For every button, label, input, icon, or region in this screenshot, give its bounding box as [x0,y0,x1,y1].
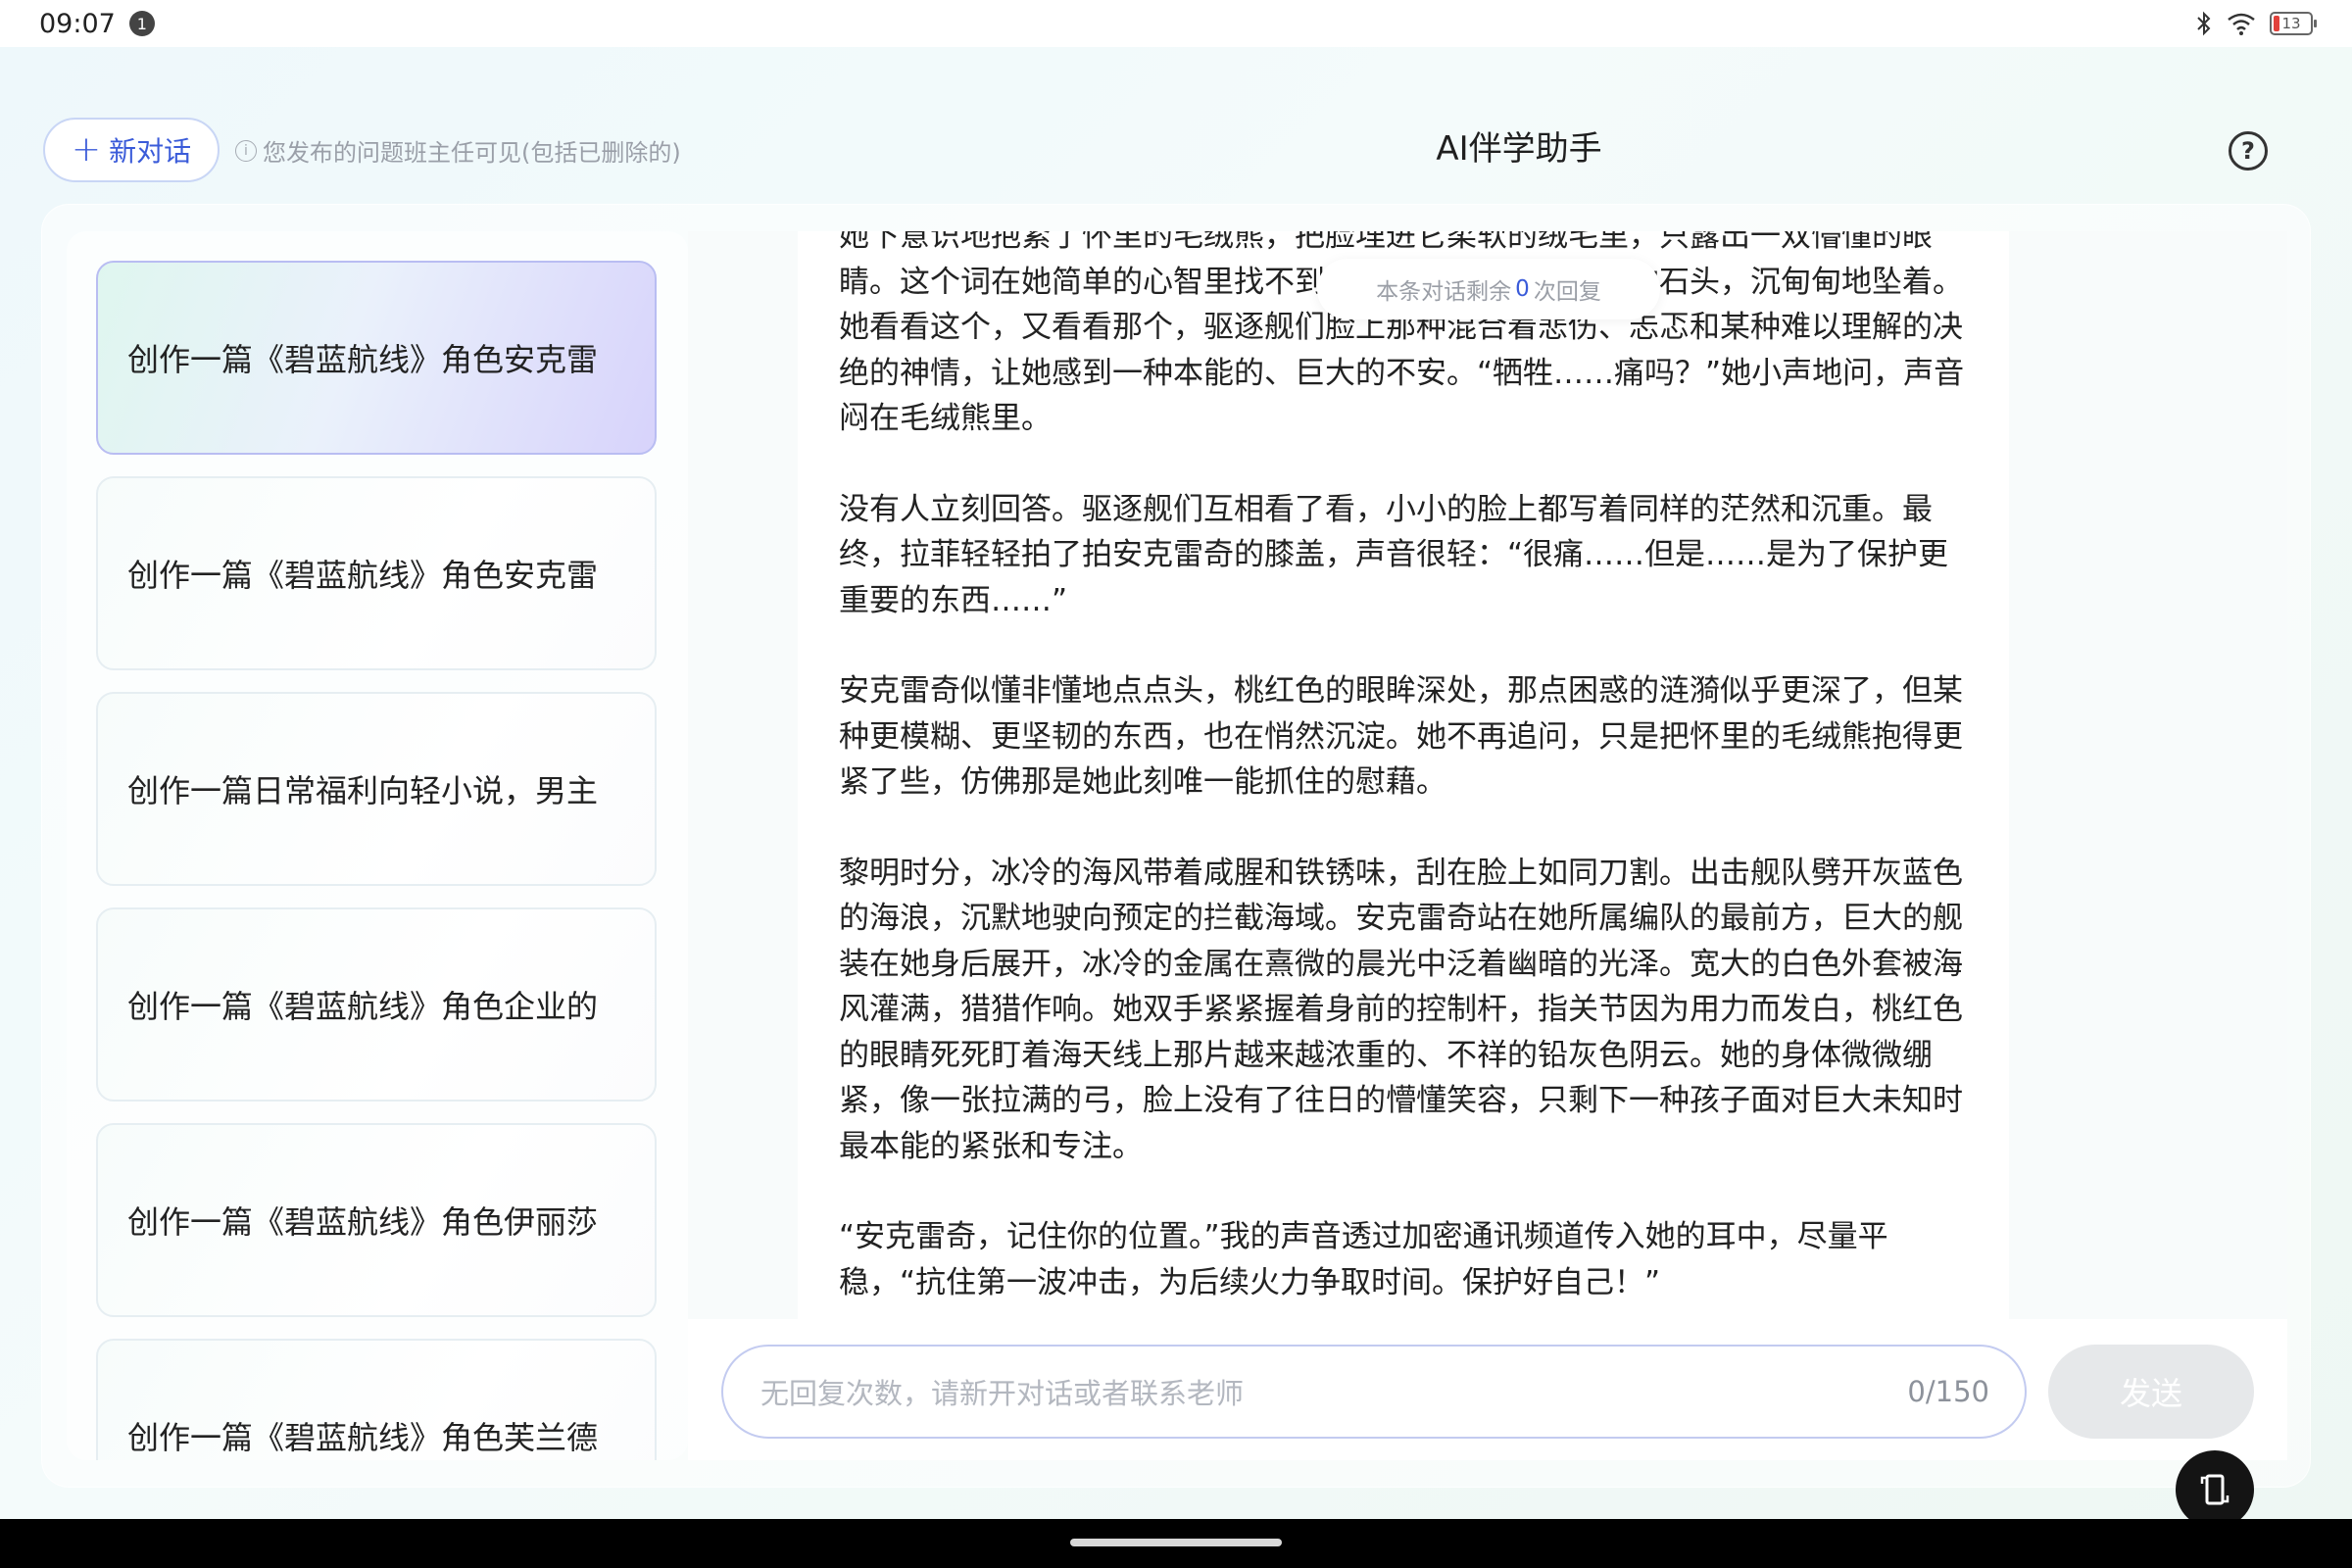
notice-text: 您发布的问题班主任可见(包括已删除的) [263,139,681,167]
remaining-replies-badge: 本条对话剩余 0 次回复 [1317,259,1660,319]
send-button[interactable]: 发送 [2048,1345,2254,1439]
character-counter: 0/150 [1907,1375,1989,1408]
notification-badge-icon: 1 [128,11,155,36]
message-paragraph: 黎明时分，冰冷的海风带着咸腥和铁锈味，刮在脸上如同刀割。出击舰队劈开灰蓝色的海浪… [839,855,1963,1164]
message-scroll-area[interactable]: 她下意识地抱紧了怀里的毛绒熊，把脸埋进它柔软的绒毛里，只露出一双懵懂的眼睛。这个… [798,231,2009,1319]
page-title: AI伴学助手 [1436,129,1602,169]
remaining-suffix: 次回复 [1533,279,1601,305]
conversation-item[interactable]: 创作一篇《碧蓝航线》角色伊丽莎 [96,1123,657,1317]
reply-input-placeholder: 无回复次数，请新开对话或者联系老师 [760,1377,1245,1410]
conversation-title: 创作一篇《碧蓝航线》角色企业的 [127,988,599,1025]
new-chat-label: 新对话 [109,135,192,168]
remaining-count: 0 [1515,276,1530,302]
message-paragraph: “安克雷奇，记住你的位置。”我的声音透过加密通讯频道传入她的耳中，尽量平稳，“抗… [839,1219,1888,1300]
rotate-icon [2200,1474,2230,1505]
conversation-title: 创作一篇《碧蓝航线》角色安克雷 [127,557,599,594]
info-icon: i [235,139,257,162]
reply-input[interactable]: 无回复次数，请新开对话或者联系老师 0/150 [721,1345,2027,1439]
battery-icon: 13 [2270,12,2317,35]
home-indicator[interactable] [1070,1539,1282,1546]
visibility-notice: i 您发布的问题班主任可见(包括已删除的) [235,133,681,168]
status-time: 09:07 [39,8,116,39]
conversation-list[interactable]: 创作一篇《碧蓝航线》角色安克雷 创作一篇《碧蓝航线》角色安克雷 创作一篇日常福利… [67,231,688,1460]
conversation-item[interactable]: 创作一篇《碧蓝航线》角色安克雷 [96,261,657,455]
bluetooth-icon [2197,11,2211,36]
conversation-title: 创作一篇《碧蓝航线》角色伊丽莎 [127,1203,599,1241]
conversation-title: 创作一篇《碧蓝航线》角色芙兰德 [127,1419,599,1456]
conversation-title: 创作一篇日常福利向轻小说，男主 [127,772,599,809]
conversation-item[interactable]: 创作一篇《碧蓝航线》角色芙兰德 [96,1339,657,1460]
status-right: 13 [2195,11,2317,36]
status-bar: 09:07 1 13 [0,0,2352,47]
rotate-screen-button[interactable] [2176,1450,2254,1529]
ai-message: 她下意识地抱紧了怀里的毛绒熊，把脸埋进它柔软的绒毛里，只露出一双懵懂的眼睛。这个… [839,231,1976,1319]
message-paragraph: 安克雷奇似懂非懂地点点头，桃红色的眼眸深处，那点困惑的涟漪似乎更深了，但某种更模… [839,673,1963,800]
conversation-item[interactable]: 创作一篇《碧蓝航线》角色安克雷 [96,476,657,670]
status-left: 09:07 1 [39,9,155,39]
battery-level: 13 [2281,15,2301,32]
conversation-item[interactable]: 创作一篇日常福利向轻小说，男主 [96,692,657,886]
plus-icon: + [71,129,102,170]
conversation-title: 创作一篇《碧蓝航线》角色安克雷 [127,341,599,378]
remaining-prefix: 本条对话剩余 [1376,279,1512,305]
conversation-item[interactable]: 创作一篇《碧蓝航线》角色企业的 [96,907,657,1102]
help-icon[interactable]: ? [2229,131,2268,171]
message-paragraph: 没有人立刻回答。驱逐舰们互相看了看，小小的脸上都写着同样的茫然和沉重。最终，拉菲… [839,491,1949,618]
new-chat-button[interactable]: + 新对话 [43,118,220,182]
wifi-icon [2228,13,2255,35]
